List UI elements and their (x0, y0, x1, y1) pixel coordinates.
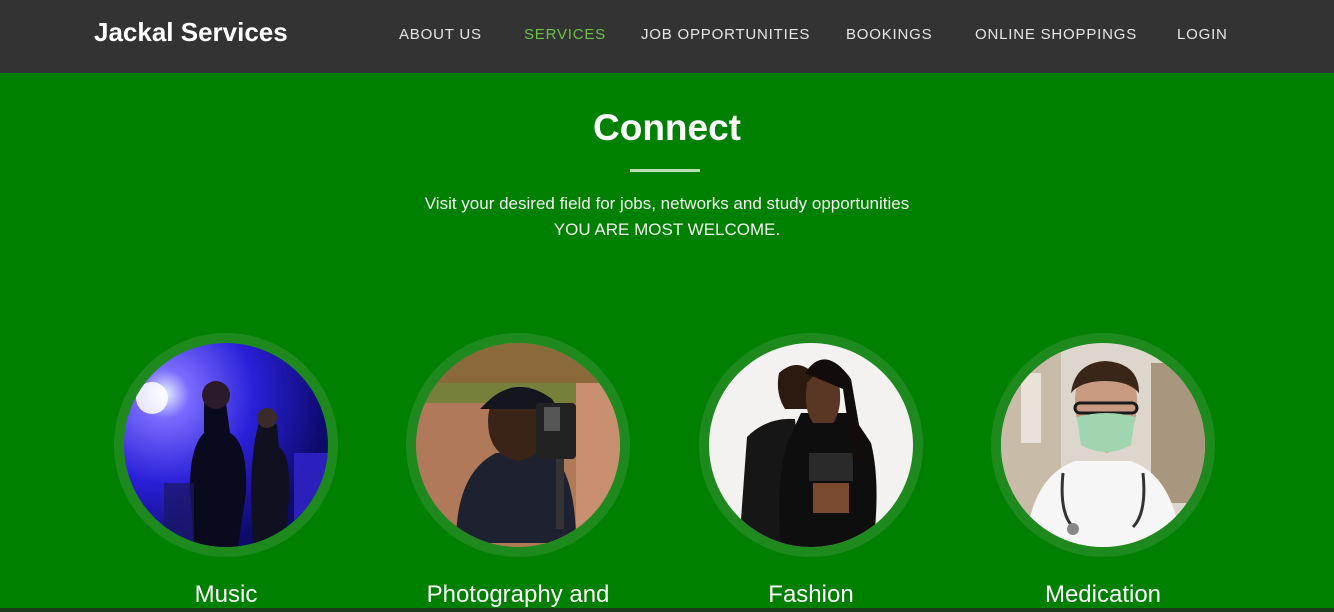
bottom-edge (0, 608, 1334, 612)
photography-photo[interactable] (406, 333, 630, 557)
photography-image (416, 343, 620, 547)
music-image (124, 343, 328, 547)
service-label-medication[interactable]: Medication (931, 581, 1275, 609)
top-navbar: Jackal Services ABOUT US SERVICES JOB OP… (0, 0, 1334, 73)
nav-link-online-shoppings[interactable]: ONLINE SHOPPINGS (975, 26, 1137, 43)
music-photo[interactable] (114, 333, 338, 557)
nav-link-job-opportunities[interactable]: JOB OPPORTUNITIES (641, 26, 810, 43)
medication-photo[interactable] (991, 333, 1215, 557)
fashion-image (709, 343, 913, 547)
nav-link-login[interactable]: LOGIN (1177, 26, 1228, 43)
section-subtitle: Visit your desired field for jobs, netwo… (424, 194, 910, 213)
nav-link-about-us[interactable]: ABOUT US (399, 26, 482, 43)
nav-link-services[interactable]: SERVICES (524, 26, 606, 43)
brand-logo-link[interactable]: Jackal Services (94, 17, 288, 48)
title-divider (630, 169, 700, 172)
medication-image (1001, 343, 1205, 547)
nav-link-bookings[interactable]: BOOKINGS (846, 26, 932, 43)
fashion-photo[interactable] (699, 333, 923, 557)
welcome-text: YOU ARE MOST WELCOME. (553, 220, 781, 239)
section-title: Connect (593, 107, 741, 148)
